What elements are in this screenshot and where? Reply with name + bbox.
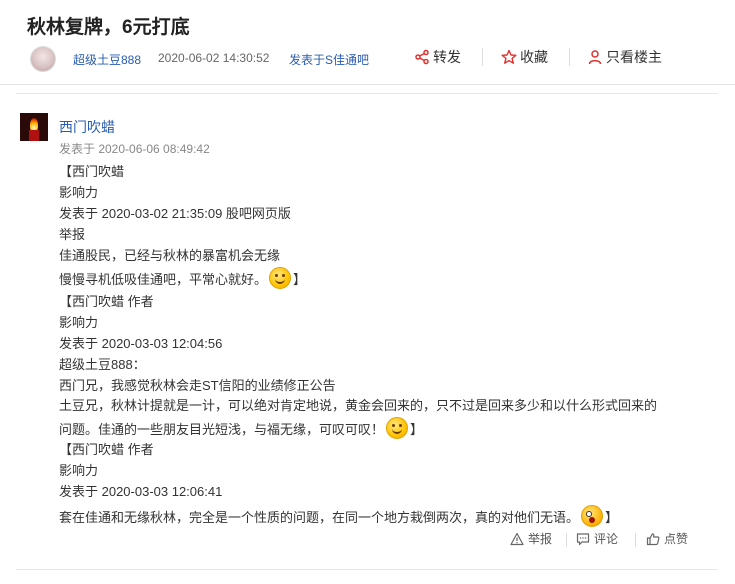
only-op-button[interactable]: 只看楼主 [587, 47, 662, 67]
quote-line: 西门兄，我感觉秋林会走ST信阳的业绩修正公告 [59, 378, 336, 393]
quote-text: 慢慢寻机低吸佳通吧，平常心就好。 [59, 272, 268, 287]
divider [16, 569, 718, 570]
reply-post: 西门吹蜡 发表于 2020-06-06 08:49:42 【西门吹蜡 影响力 发… [0, 85, 735, 584]
share-label: 转发 [433, 49, 461, 65]
quote-line: 影响力 [59, 463, 99, 478]
report-label: 举报 [528, 532, 553, 546]
quote-line: 问题。佳通的一些朋友目光短浅，与福无缘，可叹可叹！ 】 [59, 417, 423, 439]
quote-line: 慢慢寻机低吸佳通吧，平常心就好。 】 [59, 267, 306, 289]
candle-body [29, 130, 39, 141]
user-avatar[interactable] [20, 113, 48, 141]
quote-line: 发表于 2020-03-03 12:06:41 [59, 484, 223, 499]
comment-label: 评论 [594, 532, 619, 546]
quote-line: 超级土豆888： [59, 357, 146, 372]
quote-text: 问题。佳通的一些朋友目光短浅，与福无缘，可叹可叹！ [59, 422, 385, 437]
quote-line: 佳通股民，已经与秋林的暴富机会无缘 [59, 248, 281, 263]
like-label: 点赞 [664, 532, 689, 546]
only-op-label: 只看楼主 [606, 49, 662, 65]
quote-close: 】 [605, 510, 619, 525]
reply-body: 套在佳通和无缘秋林，完全是一个性质的问题，在同一个地方栽倒两次，真的对他们无语。 [59, 510, 580, 525]
like-button[interactable]: 点赞 [646, 530, 688, 547]
post-datetime: 2020-06-02 14:30:52 [158, 51, 270, 65]
thumbs-up-icon [646, 532, 660, 545]
reply-text: 套在佳通和无缘秋林，完全是一个性质的问题，在同一个地方栽倒两次，真的对他们无语。… [59, 505, 618, 527]
quote-line: 【西门吹蜡 作者 [59, 442, 154, 457]
quote-line: 发表于 2020-03-02 21:35:09 股吧网页版 [59, 206, 291, 221]
divider [569, 48, 570, 66]
report-button[interactable]: 举报 [510, 530, 552, 547]
smile-emoji-icon [386, 417, 409, 439]
quote-line: 影响力 [59, 315, 99, 330]
favorite-label: 收藏 [520, 49, 548, 65]
quote-line: 土豆兄，秋林计提就是一计，可以绝对肯定地说，黄金会回来的，只不过是回来多少和以什… [59, 398, 658, 413]
comment-icon [576, 532, 590, 545]
divider [635, 533, 636, 547]
quote-line: 发表于 2020-03-03 12:04:56 [59, 336, 223, 351]
quote-close: 】 [410, 422, 424, 437]
person-icon [588, 50, 602, 65]
divider [482, 48, 483, 66]
quote-line: 影响力 [59, 185, 99, 200]
quote-line: 【西门吹蜡 作者 [59, 294, 154, 309]
author-link[interactable]: 超级土豆888 [73, 51, 141, 68]
post-title: 秋林复牌，6元打底 [27, 17, 190, 38]
warning-icon [510, 532, 524, 545]
shocked-emoji-icon [581, 505, 604, 527]
comment-button[interactable]: 评论 [576, 530, 618, 547]
quote-close: 】 [293, 272, 307, 287]
star-icon [501, 49, 517, 64]
quote-line: 【西门吹蜡 [59, 164, 125, 179]
share-icon [415, 49, 429, 65]
share-button[interactable]: 转发 [414, 47, 461, 67]
divider [16, 93, 718, 94]
post-header: 秋林复牌，6元打底 超级土豆888 2020-06-02 14:30:52 发表… [0, 0, 735, 85]
reply-datetime: 发表于 2020-06-06 08:49:42 [59, 142, 210, 156]
author-avatar[interactable] [30, 46, 56, 72]
forum-link[interactable]: 发表于S佳通吧 [289, 51, 369, 68]
quote-line: 举报 [59, 227, 86, 242]
divider [566, 533, 567, 547]
smile-emoji-icon [269, 267, 292, 289]
username-link[interactable]: 西门吹蜡 [59, 117, 115, 137]
favorite-button[interactable]: 收藏 [501, 47, 548, 67]
